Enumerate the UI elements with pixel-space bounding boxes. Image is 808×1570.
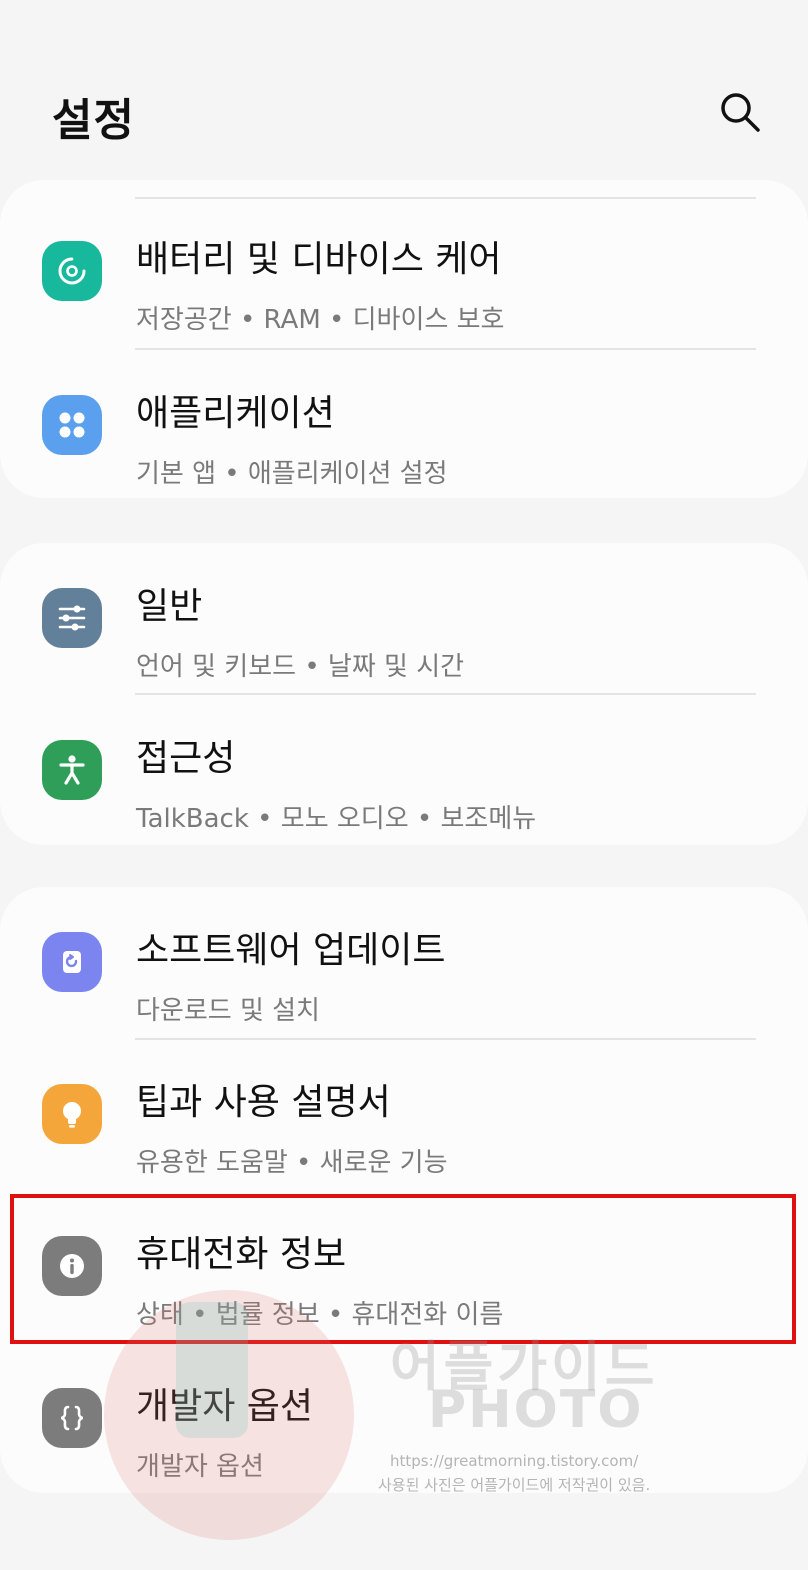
apps-icon	[42, 395, 102, 455]
settings-group-3: 소프트웨어 업데이트 다운로드 및 설치 팁과 사용 설명서 유용한 도움말 •…	[0, 887, 808, 1493]
accessibility-icon	[42, 740, 102, 800]
settings-item-label: 일반	[136, 586, 203, 627]
general-sliders-icon	[42, 588, 102, 648]
watermark-copyright-note: 사용된 사진은 어플가이드에 저작권이 있음.	[378, 1476, 651, 1494]
settings-group-2: 일반 언어 및 키보드 • 날짜 및 시간 접근성 TalkBack • 모노 …	[0, 543, 808, 845]
watermark-photo-text: PHOTO	[428, 1380, 644, 1440]
settings-item-label: 애플리케이션	[136, 393, 335, 434]
settings-item-label: 팁과 사용 설명서	[136, 1082, 391, 1123]
app-header: 설정	[0, 0, 808, 180]
info-icon	[42, 1236, 102, 1296]
settings-item-subtitle: 다운로드 및 설치	[136, 996, 320, 1026]
developer-braces-icon	[42, 1388, 102, 1448]
device-care-icon	[42, 241, 102, 301]
watermark-url: https://greatmorning.tistory.com/	[390, 1452, 639, 1470]
tips-bulb-icon	[42, 1084, 102, 1144]
settings-item-label: 휴대전화 정보	[136, 1234, 347, 1275]
settings-item-subtitle: 유용한 도움말 • 새로운 기능	[136, 1148, 448, 1178]
settings-item-subtitle: 기본 앱 • 애플리케이션 설정	[136, 459, 448, 489]
settings-item-general[interactable]: 일반 언어 및 키보드 • 날짜 및 시간	[0, 543, 808, 695]
settings-item-software-update[interactable]: 소프트웨어 업데이트 다운로드 및 설치	[0, 887, 808, 1039]
settings-group-1: 배터리 및 디바이스 케어 저장공간 • RAM • 디바이스 보호 애플리케이…	[0, 180, 808, 498]
settings-item-label: 접근성	[136, 738, 236, 779]
settings-item-label: 소프트웨어 업데이트	[136, 930, 446, 971]
software-update-icon	[42, 932, 102, 992]
settings-item-accessibility[interactable]: 접근성 TalkBack • 모노 오디오 • 보조메뉴	[0, 695, 808, 845]
settings-item-subtitle: 저장공간 • RAM • 디바이스 보호	[136, 305, 505, 335]
settings-item-subtitle: 개발자 옵션	[136, 1452, 264, 1482]
settings-item-device-care[interactable]: 배터리 및 디바이스 케어 저장공간 • RAM • 디바이스 보호	[0, 196, 808, 348]
settings-item-label: 배터리 및 디바이스 케어	[136, 239, 502, 280]
search-icon[interactable]	[716, 88, 764, 136]
settings-item-subtitle: 언어 및 키보드 • 날짜 및 시간	[136, 652, 465, 682]
settings-item-subtitle: TalkBack • 모노 오디오 • 보조메뉴	[136, 804, 537, 834]
page-title: 설정	[52, 95, 135, 146]
settings-item-apps[interactable]: 애플리케이션 기본 앱 • 애플리케이션 설정	[0, 350, 808, 498]
settings-item-phone-info[interactable]: 휴대전화 정보 상태 • 법률 정보 • 휴대전화 이름	[0, 1191, 808, 1343]
settings-item-tips[interactable]: 팁과 사용 설명서 유용한 도움말 • 새로운 기능	[0, 1039, 808, 1191]
settings-item-label: 개발자 옵션	[136, 1386, 314, 1427]
